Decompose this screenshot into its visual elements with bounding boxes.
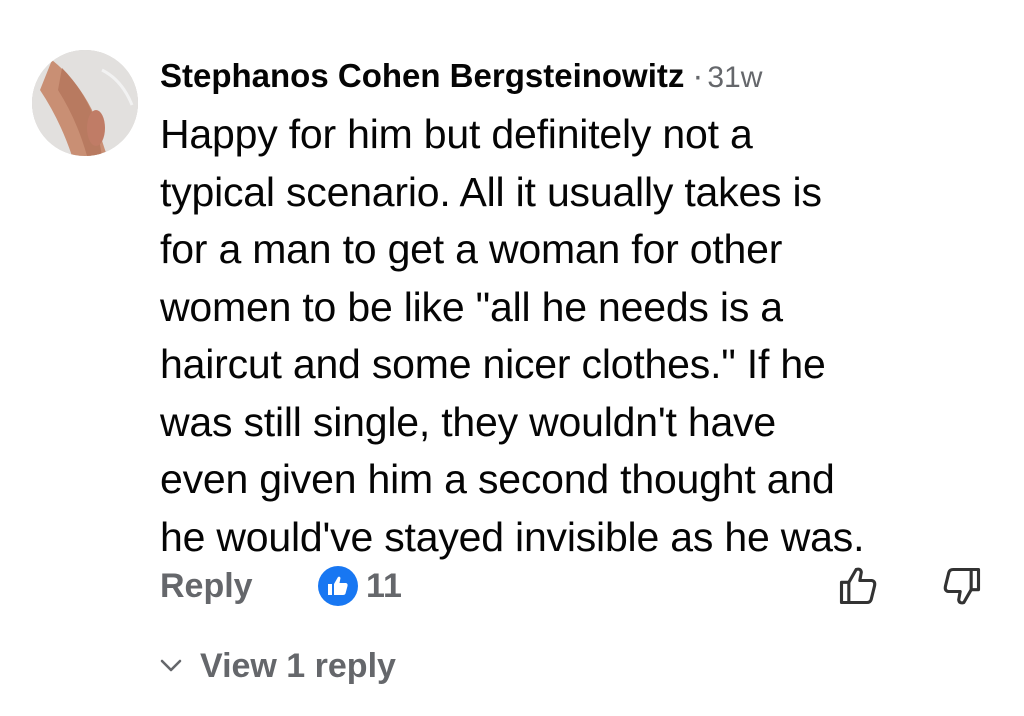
comment-line: Happy for him but definitely not a: [160, 111, 753, 157]
downvote-button[interactable]: [938, 562, 986, 610]
comment-line: even given him a second thought and: [160, 456, 835, 502]
thumbs-up-outline-icon: [839, 567, 877, 605]
upvote-button[interactable]: [834, 562, 882, 610]
comment-line: typical scenario. All it usually takes i…: [160, 168, 822, 215]
thumbs-down-outline-icon: [943, 567, 981, 605]
comment-text: Happy for him but definitely not a typic…: [160, 106, 1000, 566]
comment-line: haircut and some nicer clothes." If he: [160, 341, 826, 387]
comment-line: he would've stayed invisible as he was.: [160, 513, 865, 560]
avatar-photo: [32, 50, 138, 156]
reaction-summary[interactable]: 11: [318, 564, 402, 608]
author-name[interactable]: Stephanos Cohen Bergsteinowitz: [160, 57, 684, 94]
reply-button[interactable]: Reply: [160, 564, 253, 608]
comment-line: women to be like "all he needs is a: [160, 283, 783, 330]
comment-line: for a man to get a woman for other: [160, 226, 783, 272]
like-thumb-icon: [318, 566, 358, 606]
chevron-down-icon: [160, 659, 182, 673]
avatar[interactable]: [32, 50, 138, 156]
view-replies-button[interactable]: View 1 reply: [160, 644, 396, 688]
timestamp[interactable]: 31w: [707, 61, 762, 94]
view-replies-label: View 1 reply: [200, 647, 396, 685]
comment-header: Stephanos Cohen Bergsteinowitz · 31w: [160, 56, 762, 98]
separator-dot: ·: [692, 57, 704, 94]
reaction-count: 11: [366, 566, 402, 605]
comment-line: was still single, they wouldn't have: [160, 398, 776, 445]
